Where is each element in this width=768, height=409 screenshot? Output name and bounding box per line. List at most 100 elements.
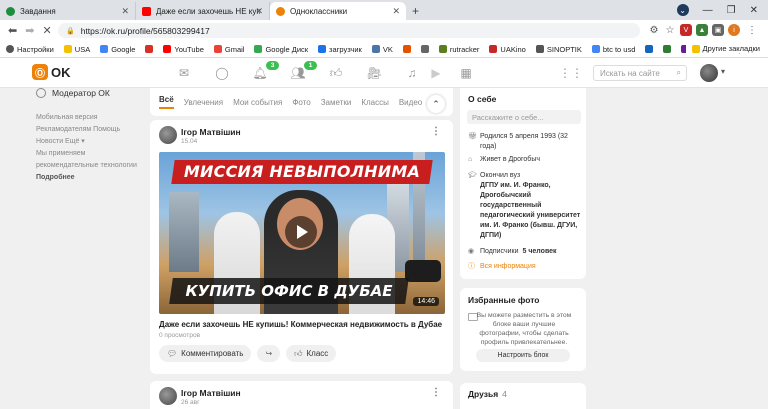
more-icon[interactable]: ⋮ <box>431 126 441 137</box>
avatar[interactable] <box>159 387 177 405</box>
bookmark-rutracker[interactable]: rutracker <box>438 45 479 54</box>
feed-filters: Всё Увлечения Мои события Фото Заметки К… <box>150 88 453 116</box>
filter-hobbies[interactable]: Увлечения <box>184 98 223 107</box>
bookmark-icon-only[interactable] <box>420 45 429 53</box>
scroll-up-button[interactable]: ⌃ <box>427 95 445 113</box>
bookmark-settings[interactable]: Настройки <box>6 45 54 54</box>
like-button[interactable]: 👍︎ Класс <box>286 345 337 362</box>
drive-icon <box>254 45 263 53</box>
discussions-icon[interactable]: ◯ <box>214 65 230 81</box>
minimize-icon[interactable]: — <box>703 5 713 16</box>
search-input[interactable]: Искать на сайте ⌕ <box>593 65 687 81</box>
restore-icon[interactable]: ❐ <box>727 5 736 16</box>
bookmark-google-drive[interactable]: Google Диск <box>254 45 308 54</box>
extension-icon[interactable]: ▲ <box>696 24 708 36</box>
video-icon[interactable]: 🎥︎ <box>366 65 382 81</box>
bookmark-sinoptik[interactable]: SINOPTIK <box>535 45 582 54</box>
tab-odnoklassniki[interactable]: Одноклассники ✕ <box>270 2 406 20</box>
comment-button[interactable]: 💬︎ Комментировать <box>159 345 252 362</box>
about-input[interactable]: Расскажите о себе... <box>467 110 581 124</box>
likes-icon[interactable]: 👍︎ <box>328 65 344 81</box>
new-tab-button[interactable]: + <box>412 4 419 18</box>
more-icon[interactable]: ⋮ <box>431 387 441 398</box>
tab-zavdannya[interactable]: Завдання ✕ <box>0 2 136 20</box>
post-author[interactable]: Ігор Матвішин <box>181 127 241 137</box>
calendar-icon[interactable]: ▦ <box>458 65 474 81</box>
filter-notes[interactable]: Заметки <box>321 98 352 107</box>
star-icon[interactable]: ☆ <box>664 24 676 36</box>
bookmark-icon-only[interactable] <box>145 45 154 53</box>
close-icon[interactable]: ✕ <box>121 6 129 17</box>
friends-title[interactable]: Друзья 4 <box>468 389 507 399</box>
back-icon[interactable]: ⬅ <box>8 24 17 37</box>
filter-video[interactable]: Видео <box>399 98 422 107</box>
share-icon: ↪ <box>265 349 273 358</box>
share-button[interactable]: ↪ <box>257 345 281 362</box>
puzzle-icon[interactable]: ⚙ <box>648 24 660 36</box>
moderator-link[interactable]: Модератор ОК <box>36 88 146 98</box>
profile-icon[interactable]: i <box>728 24 740 36</box>
post-author[interactable]: Ігор Матвішин <box>181 388 241 398</box>
video-views: 0 просмотров <box>159 332 201 339</box>
chevron-down-icon[interactable]: ▾ <box>721 67 725 76</box>
university-link[interactable]: ДГПУ им. И. Франко, Дрогобычский государ… <box>480 181 582 241</box>
apps-grid-icon[interactable]: ⋮⋮ <box>559 65 583 81</box>
bookmark-favicon-icon <box>535 45 544 53</box>
bookmark-icon-only[interactable] <box>645 45 654 53</box>
close-icon[interactable]: ✕ <box>392 6 400 17</box>
extension-icon[interactable]: ▣ <box>712 24 724 36</box>
bookmark-icon-only[interactable] <box>663 45 672 53</box>
stop-icon[interactable]: ✕ <box>42 24 51 37</box>
subscribers-count[interactable]: 5 человек <box>523 247 557 257</box>
details-link[interactable]: Подробнее <box>36 172 146 184</box>
messages-icon[interactable]: ✉ <box>176 65 192 81</box>
bookmark-icon-only[interactable] <box>402 45 411 53</box>
close-window-icon[interactable]: ✕ <box>750 5 758 16</box>
all-info-row[interactable]: ⓘ Вся информация <box>468 262 582 272</box>
menu-icon[interactable]: ⋮ <box>746 24 758 36</box>
feed: Всё Увлечения Мои события Фото Заметки К… <box>150 88 453 409</box>
video-title[interactable]: Даже если захочешь НЕ купишь! Коммерческ… <box>159 320 449 329</box>
feed-post: Ігор Матвішин 15.04 ⋮ МИССИЯ НЕВЫПОЛНИМА… <box>150 120 453 374</box>
ok-logo[interactable]: Ⓞ OK <box>32 64 71 80</box>
mobile-version-link[interactable]: Мобильная версия <box>36 112 146 124</box>
browser-tabbar: Завдання ✕ Даже если захочешь НЕ купишь!… <box>0 0 768 20</box>
news-more-links[interactable]: Новости Ещё ▾ <box>36 136 146 148</box>
download-icon[interactable]: ⌄ <box>676 4 689 16</box>
building-shape <box>169 192 199 272</box>
close-icon[interactable]: ✕ <box>255 6 263 17</box>
filter-classes[interactable]: Классы <box>361 98 389 107</box>
bookmark-usa[interactable]: USA <box>63 45 90 54</box>
music-icon[interactable]: ♫ <box>404 65 420 81</box>
avatar[interactable] <box>700 64 718 82</box>
filter-all[interactable]: Всё <box>159 95 174 109</box>
subscribers-icon: ◉ <box>468 248 475 255</box>
forward-icon[interactable]: ➡ <box>25 24 34 37</box>
bookmark-vk[interactable]: VK <box>371 45 393 54</box>
footer-links: Мобильная версия Рекламодателям Помощь Н… <box>36 112 146 184</box>
play-icon[interactable] <box>285 216 317 248</box>
bookmark-google[interactable]: Google <box>100 45 135 54</box>
tab-youtube[interactable]: Даже если захочешь НЕ купишь! ✕ <box>136 2 270 20</box>
bookmark-youtube[interactable]: YouTube <box>163 45 204 54</box>
bookmark-uakino[interactable]: UAKino <box>489 45 526 54</box>
friends-badge: 1 <box>304 61 317 70</box>
bookmark-favicon-icon <box>489 45 498 53</box>
bookmark-favicon-icon <box>318 45 327 53</box>
filter-photos[interactable]: Фото <box>292 98 310 107</box>
bookmark-btc[interactable]: btc to usd <box>591 45 635 54</box>
url-field[interactable]: 🔒 https://ok.ru/profile/565803299417 <box>58 23 640 38</box>
other-bookmarks[interactable]: Другие закладки <box>685 44 760 53</box>
advertisers-help-links[interactable]: Рекламодателям Помощь <box>36 124 146 136</box>
avatar[interactable] <box>159 126 177 144</box>
bookmark-zagruzchik[interactable]: загрузчик <box>318 45 362 54</box>
recommendation-notice: Мы применяем рекомендательные технологии <box>36 150 137 169</box>
play-toggle-icon[interactable]: ▶ <box>428 65 444 81</box>
setup-block-button[interactable]: Настроить блок <box>476 349 570 362</box>
favorite-photos-title: Избранные фото <box>468 295 540 305</box>
filter-events[interactable]: Мои события <box>233 98 282 107</box>
video-thumbnail[interactable]: МИССИЯ НЕВЫПОЛНИМА КУПИТЬ ОФИС В ДУБАЕ 1… <box>159 152 445 314</box>
gift-icon: 🎁︎ <box>468 133 477 140</box>
bookmark-gmail[interactable]: Gmail <box>213 45 244 54</box>
extension-icon[interactable]: V <box>680 24 692 36</box>
